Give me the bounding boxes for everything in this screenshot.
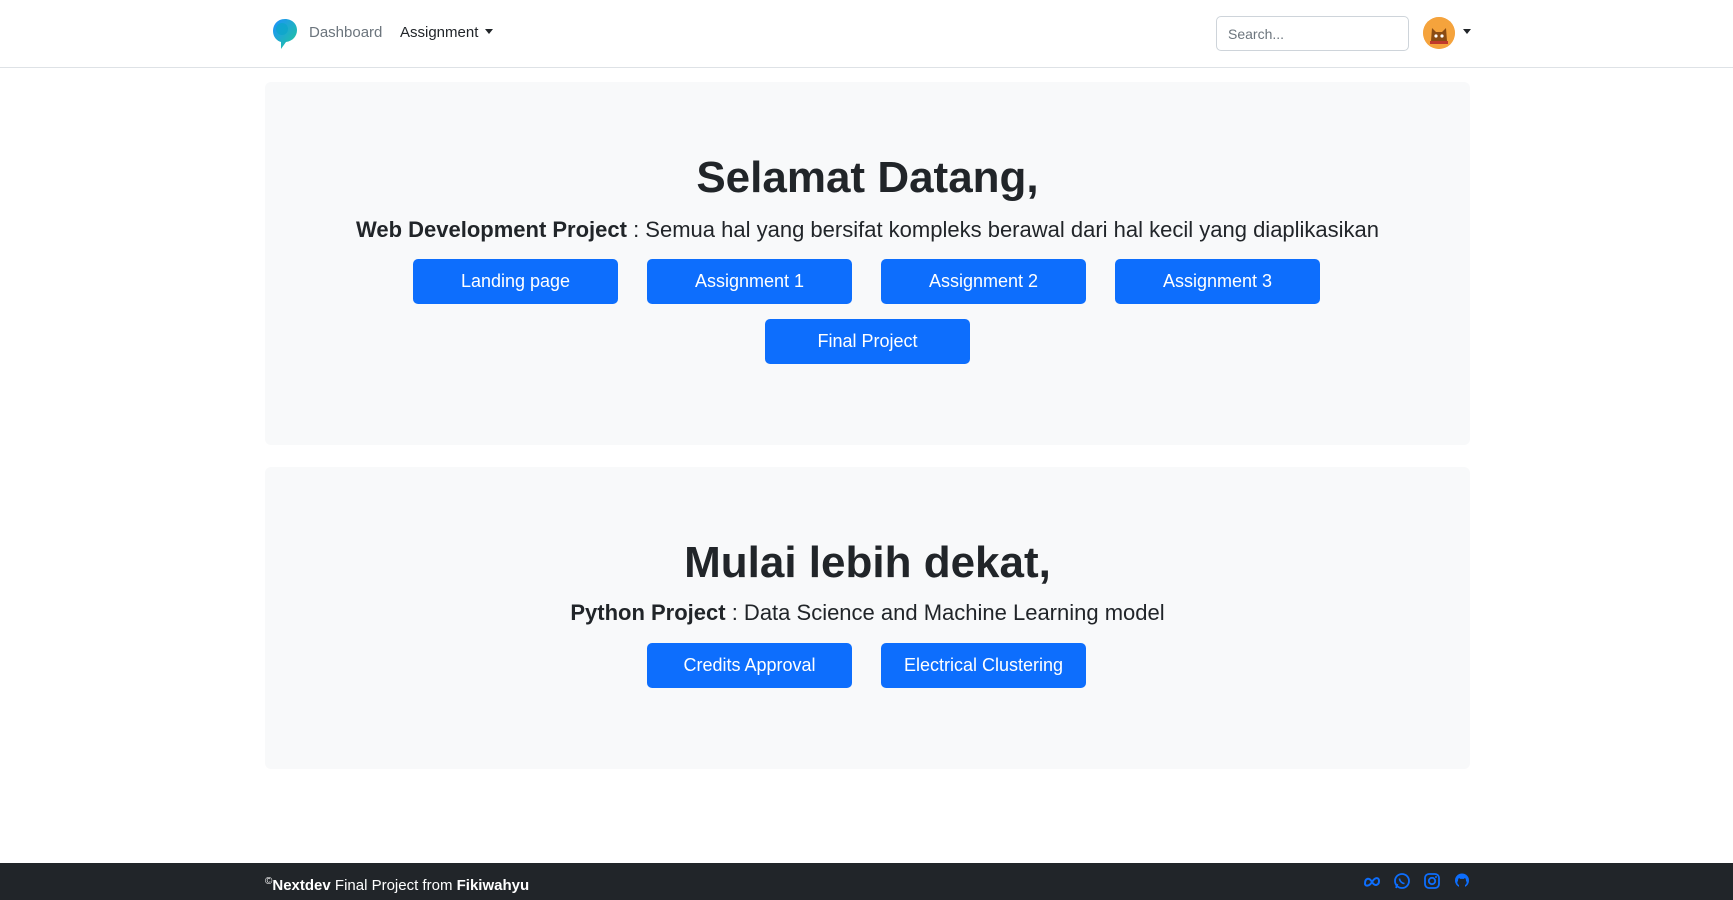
user-avatar-icon <box>1423 17 1455 49</box>
python-subtitle-text: : Data Science and Machine Learning mode… <box>725 600 1165 625</box>
search-input[interactable] <box>1216 16 1409 51</box>
navbar: Dashboard Assignment <box>0 0 1733 68</box>
footer-credit: ©Nextdev Final Project from Fikiwahyu <box>265 872 529 896</box>
assignment-3-button[interactable]: Assignment 3 <box>1115 259 1320 304</box>
welcome-subtitle: Web Development Project : Semua hal yang… <box>265 215 1470 245</box>
meta-icon[interactable] <box>1363 872 1381 890</box>
credits-approval-button[interactable]: Credits Approval <box>647 643 852 688</box>
caret-down-icon <box>1463 29 1471 34</box>
python-section: Mulai lebih dekat, Python Project : Data… <box>265 467 1470 769</box>
final-project-button[interactable]: Final Project <box>765 319 970 364</box>
user-menu-toggle[interactable] <box>1423 17 1473 51</box>
electrical-clustering-button[interactable]: Electrical Clustering <box>881 643 1086 688</box>
welcome-section: Selamat Datang, Web Development Project … <box>265 82 1470 445</box>
footer-author: Fikiwahyu <box>456 877 530 894</box>
nav-dropdown-assignment[interactable]: Assignment <box>400 22 494 44</box>
github-icon[interactable] <box>1453 872 1471 890</box>
nav-dropdown-assignment-label: Assignment <box>400 24 479 41</box>
welcome-subtitle-text: : Semua hal yang bersifat kompleks beraw… <box>626 217 1380 242</box>
python-subtitle: Python Project : Data Science and Machin… <box>265 598 1470 628</box>
caret-down-icon <box>485 29 494 34</box>
whatsapp-icon[interactable] <box>1393 872 1411 890</box>
python-subtitle-bold: Python Project <box>570 600 726 625</box>
assignment-1-button[interactable]: Assignment 1 <box>647 259 852 304</box>
footer-brand: Nextdev <box>272 877 331 894</box>
navbar-container: Dashboard Assignment <box>265 0 1473 68</box>
instagram-icon[interactable] <box>1423 872 1441 890</box>
speech-bubble-logo-icon[interactable] <box>271 17 299 51</box>
nav-link-dashboard[interactable]: Dashboard <box>309 22 382 44</box>
footer: ©Nextdev Final Project from Fikiwahyu <box>0 863 1733 900</box>
footer-middle-text: Final Project from <box>330 877 457 894</box>
welcome-title: Selamat Datang, <box>696 153 1039 202</box>
landing-page-button[interactable]: Landing page <box>413 259 618 304</box>
python-title: Mulai lebih dekat, <box>684 538 1051 587</box>
welcome-subtitle-bold: Web Development Project <box>355 217 627 242</box>
assignment-2-button[interactable]: Assignment 2 <box>881 259 1086 304</box>
